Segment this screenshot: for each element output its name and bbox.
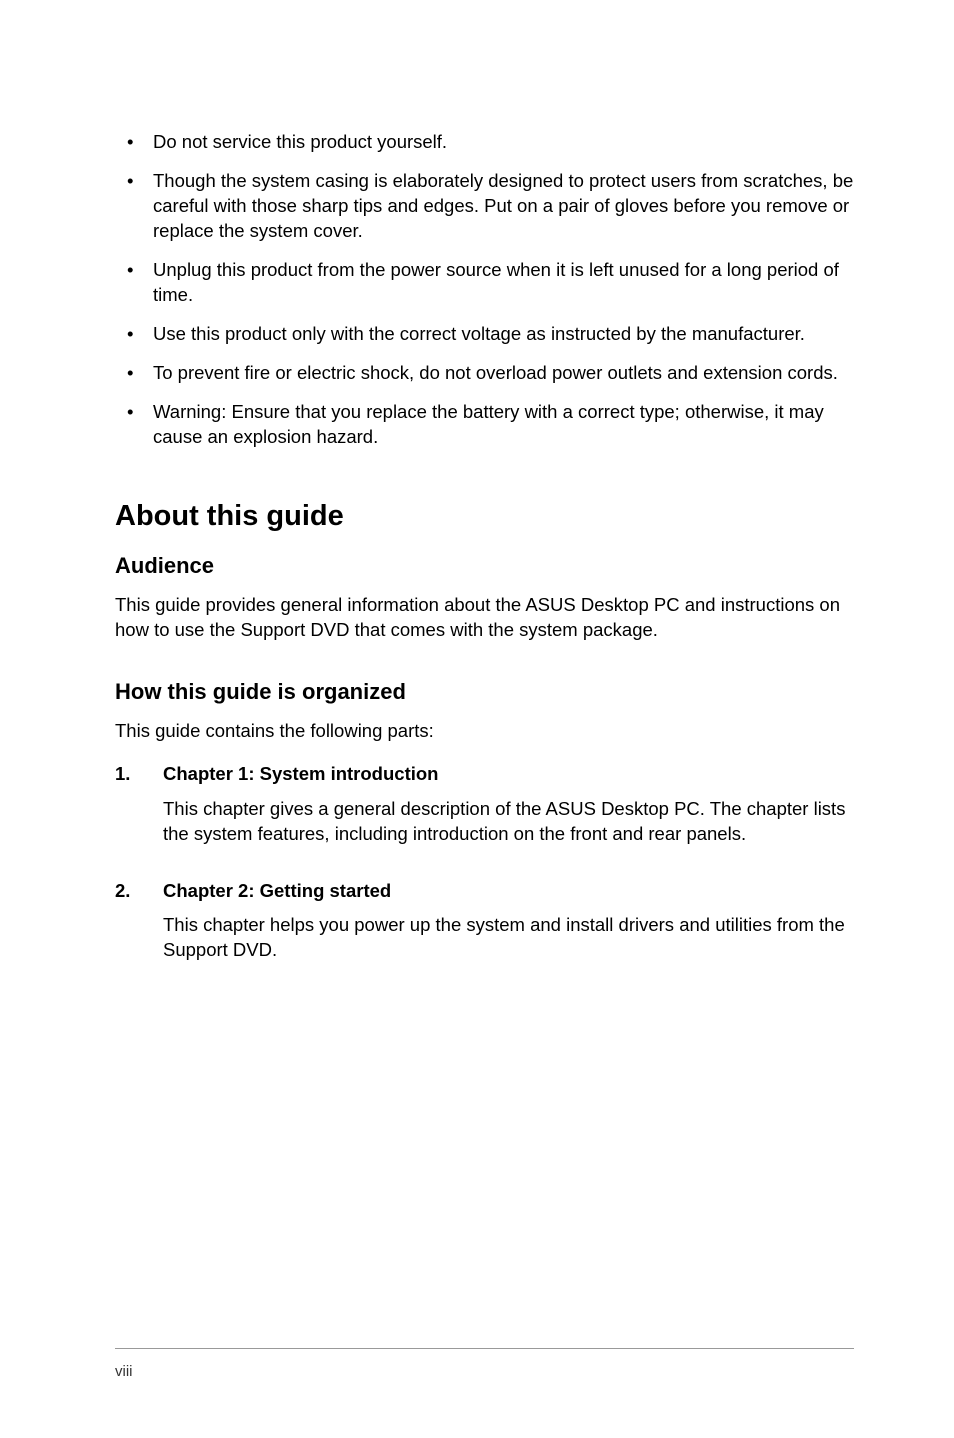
page-footer: viii	[115, 1348, 854, 1380]
safety-bullet-list: • Do not service this product yourself. …	[115, 130, 854, 450]
bullet-text: To prevent fire or electric shock, do no…	[153, 361, 854, 386]
bullet-marker: •	[115, 400, 153, 450]
bullet-marker: •	[115, 322, 153, 347]
page-number: viii	[115, 1363, 133, 1380]
audience-body: This guide provides general information …	[115, 593, 854, 643]
bullet-marker: •	[115, 361, 153, 386]
bullet-marker: •	[115, 130, 153, 155]
bullet-item: • Do not service this product yourself.	[115, 130, 854, 155]
chapter-title: Chapter 2: Getting started	[163, 879, 854, 904]
bullet-item: • Use this product only with the correct…	[115, 322, 854, 347]
section-title: About this guide	[115, 500, 854, 533]
chapter-number: 1.	[115, 762, 163, 867]
bullet-item: • Warning: Ensure that you replace the b…	[115, 400, 854, 450]
audience-heading: Audience	[115, 553, 854, 579]
chapter-item: 2. Chapter 2: Getting started This chapt…	[115, 879, 854, 984]
organized-intro: This guide contains the following parts:	[115, 719, 854, 744]
bullet-text: Use this product only with the correct v…	[153, 322, 854, 347]
bullet-text: Warning: Ensure that you replace the bat…	[153, 400, 854, 450]
bullet-text: Do not service this product yourself.	[153, 130, 854, 155]
chapter-number: 2.	[115, 879, 163, 984]
organized-heading: How this guide is organized	[115, 679, 854, 705]
bullet-item: • Unplug this product from the power sou…	[115, 258, 854, 308]
bullet-item: • To prevent fire or electric shock, do …	[115, 361, 854, 386]
chapter-item: 1. Chapter 1: System introduction This c…	[115, 762, 854, 867]
chapter-title: Chapter 1: System introduction	[163, 762, 854, 787]
chapter-description: This chapter gives a general description…	[163, 797, 854, 847]
bullet-marker: •	[115, 258, 153, 308]
bullet-item: • Though the system casing is elaboratel…	[115, 169, 854, 244]
bullet-text: Unplug this product from the power sourc…	[153, 258, 854, 308]
bullet-text: Though the system casing is elaborately …	[153, 169, 854, 244]
chapter-content: Chapter 2: Getting started This chapter …	[163, 879, 854, 984]
chapter-content: Chapter 1: System introduction This chap…	[163, 762, 854, 867]
chapter-description: This chapter helps you power up the syst…	[163, 913, 854, 963]
bullet-marker: •	[115, 169, 153, 244]
